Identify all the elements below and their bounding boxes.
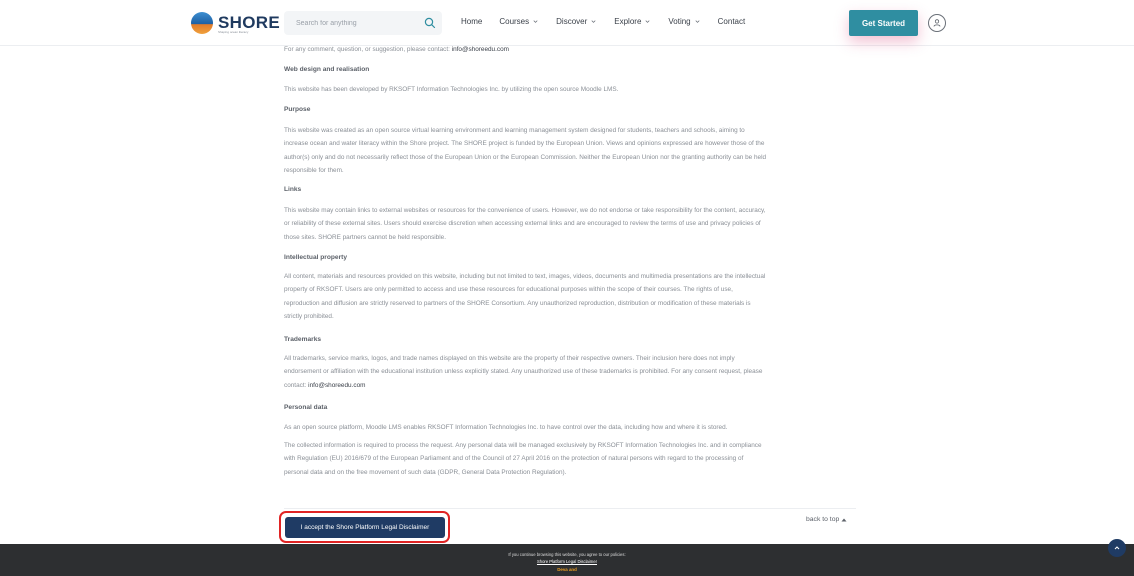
search-input[interactable] — [296, 11, 416, 35]
nav-home-label: Home — [461, 17, 483, 26]
caret-up-icon — [841, 518, 847, 521]
logo-globe-icon — [191, 12, 213, 34]
chevron-down-icon — [591, 20, 596, 23]
user-icon — [933, 19, 941, 27]
collected-info-text: The collected information is required to… — [284, 439, 762, 479]
user-menu-button[interactable] — [928, 14, 946, 32]
purpose-text: This website was created as an open sour… — [284, 124, 766, 177]
back-to-top-link[interactable]: back to top — [806, 516, 847, 523]
back-to-top-label: back to top — [806, 516, 840, 523]
chevron-down-icon — [645, 20, 650, 23]
arrow-up-icon — [1114, 546, 1120, 550]
nav-discover-label: Discover — [556, 17, 588, 26]
text-line: those sites. SHORE partners cannot be he… — [284, 233, 446, 241]
text-line: personal data and on the free movement o… — [284, 468, 567, 476]
scroll-to-top-button[interactable] — [1108, 539, 1126, 557]
trademarks-heading: Trademarks — [284, 336, 322, 343]
web-design-heading: Web design and realisation — [284, 66, 370, 73]
nav-explore[interactable]: Explore — [614, 17, 651, 26]
text-line: This website may contain links to extern… — [284, 207, 766, 214]
nav-courses-label: Courses — [499, 17, 530, 26]
footer-policy-link[interactable]: Shore Platform Legal Disclaimer — [0, 559, 1134, 564]
links-text: This website may contain links to extern… — [284, 204, 766, 244]
chevron-down-icon — [533, 20, 538, 23]
accept-highlight: I accept the Shore Platform Legal Discla… — [279, 511, 450, 543]
trademarks-email-link[interactable]: info@shoreedu.com — [308, 382, 365, 389]
personal-data-text: As an open source platform, Moodle LMS e… — [284, 424, 728, 431]
text-line: The collected information is required to… — [284, 442, 762, 449]
search-icon[interactable] — [424, 17, 436, 29]
logo-subtitle: Shaping ocean literacy — [218, 30, 249, 34]
intellectual-property-heading: Intellectual property — [284, 254, 348, 261]
text-line: increase ocean and water literacy within… — [284, 140, 765, 148]
nav-home[interactable]: Home — [461, 17, 482, 26]
trademarks-contact-line: contact: info@shoreedu.com — [284, 379, 762, 392]
nav-contact[interactable]: Contact — [718, 17, 746, 26]
site-footer: If you continue browsing this website, y… — [0, 544, 1134, 576]
contact-line: For any comment, question, or suggestion… — [284, 43, 509, 56]
nav-explore-label: Explore — [614, 17, 642, 26]
chevron-down-icon — [695, 20, 700, 23]
nav-contact-label: Contact — [717, 17, 746, 26]
personal-data-heading: Personal data — [284, 404, 328, 411]
contact-prefix: For any comment, question, or suggestion… — [284, 46, 452, 53]
web-design-text: This website has been developed by RKSOF… — [284, 86, 619, 93]
footer-notice: If you continue browsing this website, y… — [508, 552, 626, 557]
main-nav: Home Courses Discover Explore Voting Con… — [461, 17, 762, 26]
contact-email-link[interactable]: info@shoreedu.com — [452, 46, 509, 53]
accept-disclaimer-button[interactable]: I accept the Shore Platform Legal Discla… — [285, 517, 445, 538]
text-line: This website was created as an open sour… — [284, 127, 745, 134]
text-line: or reliability of these external sites. … — [284, 220, 761, 228]
text-line: reproduction and diffusion are strictly … — [284, 299, 751, 307]
purpose-heading: Purpose — [284, 106, 311, 113]
nav-discover[interactable]: Discover — [556, 17, 597, 26]
text-line: endorsement or affiliation with the educ… — [284, 368, 763, 376]
get-started-button[interactable]: Get Started — [849, 10, 918, 36]
text-line: strictly prohibited. — [284, 312, 334, 320]
text-line: All content, materials and resources pro… — [284, 273, 766, 280]
links-heading: Links — [284, 186, 302, 193]
text-line: with Regulation (EU) 2016/679 of the Eur… — [284, 455, 744, 463]
text-line: author(s) only and do not necessarily re… — [284, 153, 767, 161]
nav-voting[interactable]: Voting — [668, 17, 700, 26]
footer-extra: Deva and — [557, 567, 577, 572]
site-header: SHORE Shaping ocean literacy Home Course… — [0, 0, 1134, 46]
text-line: property of RKSOFT. Users are only permi… — [284, 286, 733, 294]
nav-voting-label: Voting — [668, 17, 691, 26]
intellectual-property-text: All content, materials and resources pro… — [284, 270, 765, 323]
search-box — [284, 11, 442, 35]
text-line: responsible for them. — [284, 166, 344, 174]
trademarks-contact-prefix: contact: — [284, 381, 309, 389]
nav-courses[interactable]: Courses — [499, 17, 539, 26]
content-divider — [284, 508, 856, 509]
text-line: All trademarks, service marks, logos, an… — [284, 355, 735, 362]
trademarks-text: All trademarks, service marks, logos, an… — [284, 352, 762, 392]
